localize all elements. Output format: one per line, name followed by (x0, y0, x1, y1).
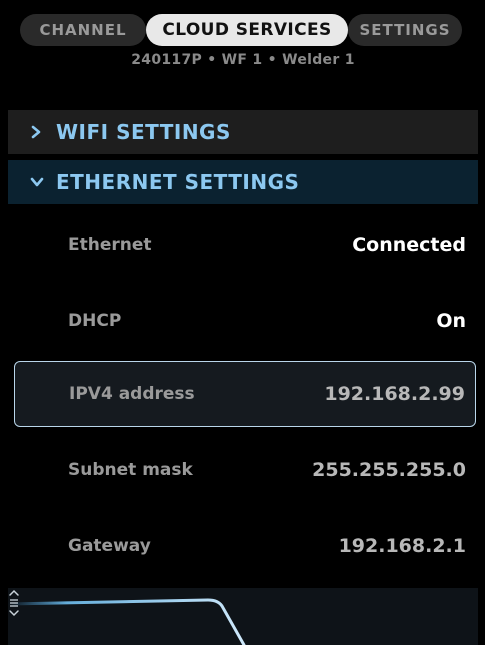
section-ethernet-settings[interactable]: ETHERNET SETTINGS (8, 160, 478, 204)
footer-bar (8, 588, 478, 645)
row-ipv4-address[interactable]: IPV4 address 192.168.2.99 (14, 361, 476, 427)
row-gateway[interactable]: Gateway 192.168.2.1 (14, 513, 476, 579)
row-dhcp[interactable]: DHCP On (14, 288, 476, 354)
tab-channel[interactable]: CHANNEL (20, 14, 146, 46)
chevron-down-icon (30, 176, 56, 188)
row-value: On (436, 310, 466, 332)
row-label: Subnet mask (68, 460, 193, 480)
row-ethernet[interactable]: Ethernet Connected (14, 212, 476, 278)
row-label: IPV4 address (69, 384, 195, 404)
row-label: Ethernet (68, 235, 152, 255)
tab-bar: CHANNEL CLOUD SERVICES SETTINGS (8, 8, 478, 52)
tab-settings[interactable]: SETTINGS (348, 14, 462, 46)
tab-cloud-services[interactable]: CLOUD SERVICES (146, 14, 348, 46)
breadcrumb: 240117P • WF 1 • Welder 1 (131, 52, 355, 68)
screen: CHANNEL CLOUD SERVICES SETTINGS 240117P … (8, 8, 478, 645)
chevron-right-icon (30, 125, 56, 139)
row-value: 255.255.255.0 (312, 459, 466, 481)
section-title: WIFI SETTINGS (56, 120, 231, 144)
scroll-updown-icon[interactable] (8, 588, 20, 618)
footer-tab-outline (8, 598, 246, 645)
row-value: Connected (352, 234, 466, 256)
row-label: DHCP (68, 311, 122, 331)
row-value: 192.168.2.99 (324, 383, 465, 405)
row-label: Gateway (68, 536, 151, 556)
section-title: ETHERNET SETTINGS (56, 170, 300, 194)
row-value: 192.168.2.1 (338, 535, 466, 557)
section-wifi-settings[interactable]: WIFI SETTINGS (8, 110, 478, 154)
row-subnet-mask[interactable]: Subnet mask 255.255.255.0 (14, 437, 476, 503)
